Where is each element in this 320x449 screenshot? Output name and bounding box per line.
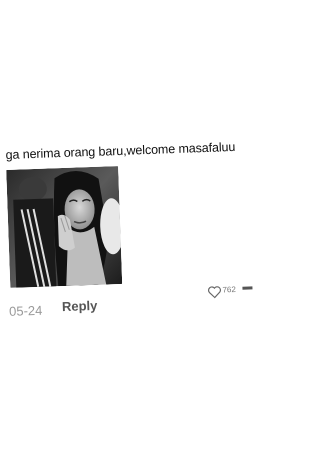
comment-timestamp: 05-24	[8, 302, 43, 319]
reply-button[interactable]: Reply	[62, 298, 98, 314]
comment-text: ga nerima orang baru,welcome masafaluu	[5, 139, 236, 162]
like-count: 762	[222, 285, 237, 295]
comment-photo[interactable]	[6, 166, 123, 288]
edge-divider	[242, 286, 253, 290]
comment-card: ga nerima orang baru,welcome masafaluu 0…	[0, 0, 258, 449]
heart-outline-icon[interactable]	[207, 286, 221, 299]
